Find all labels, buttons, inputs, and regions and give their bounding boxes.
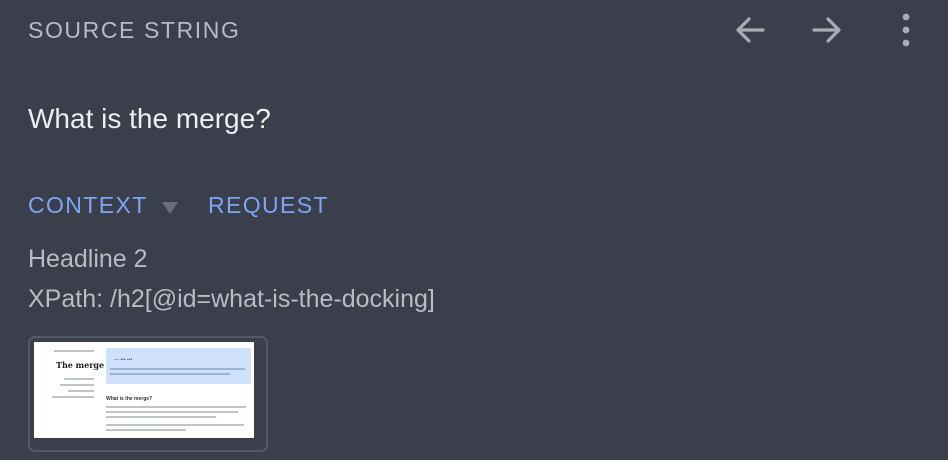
preview-page-title: The merge xyxy=(56,360,105,370)
tab-request[interactable]: REQUEST xyxy=(208,192,329,219)
previous-button[interactable] xyxy=(730,10,770,50)
more-options-button[interactable] xyxy=(886,10,926,50)
preview-section-heading: What is the merge? xyxy=(106,396,153,402)
preview-line xyxy=(106,429,186,431)
preview-line xyxy=(64,378,94,380)
preview-highlight-text: — ••• ••• xyxy=(114,357,133,363)
preview-line xyxy=(54,350,94,352)
source-string-text: What is the merge? xyxy=(28,103,271,134)
context-screenshot-thumbnail[interactable]: The merge — ••• ••• What is the merge? xyxy=(28,336,268,452)
next-button[interactable] xyxy=(807,10,847,50)
preview-line xyxy=(106,424,244,426)
highlighted-element xyxy=(106,348,251,384)
preview-line xyxy=(106,411,238,413)
tab-context[interactable]: CONTEXT xyxy=(28,192,148,219)
preview-line xyxy=(110,368,245,370)
xpath-label: XPath: /h2[@id=what-is-the-docking] xyxy=(28,285,435,313)
preview-line xyxy=(52,396,94,398)
screenshot-preview: The merge — ••• ••• What is the merge? xyxy=(34,342,254,438)
arrow-left-icon xyxy=(736,17,765,43)
section-title: SOURCE STRING xyxy=(28,17,241,43)
more-vertical-icon xyxy=(902,13,910,47)
preview-line xyxy=(60,384,94,386)
preview-line xyxy=(68,390,94,392)
preview-line xyxy=(106,416,216,418)
toolbar: SOURCE STRING xyxy=(0,0,948,60)
element-type-label: Headline 2 xyxy=(28,245,148,273)
arrow-right-icon xyxy=(812,17,841,43)
caret-down-icon[interactable] xyxy=(160,200,180,216)
preview-line xyxy=(110,373,230,375)
preview-line xyxy=(106,406,246,408)
